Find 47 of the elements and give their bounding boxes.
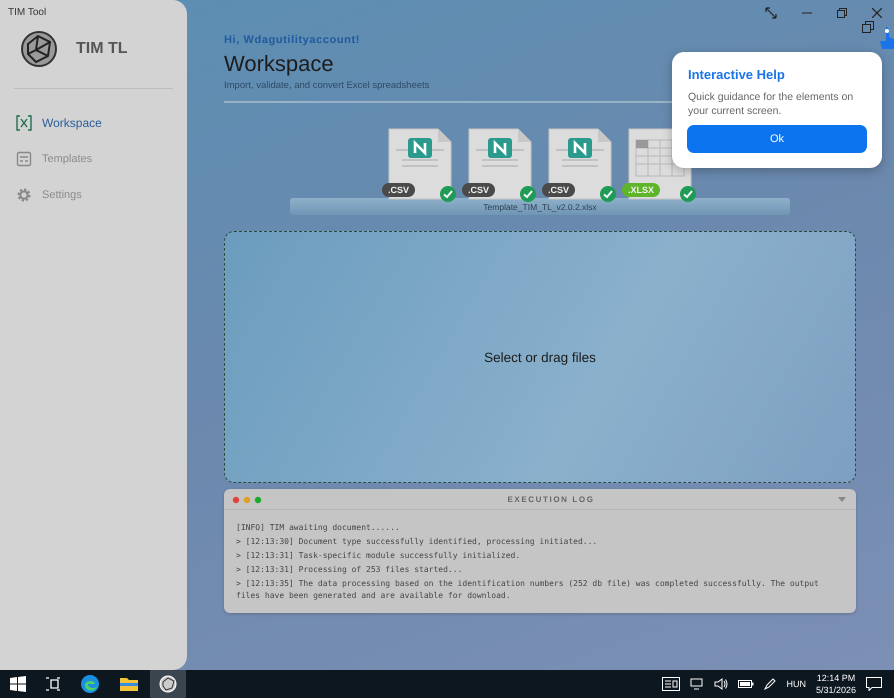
app-name: TIM TL bbox=[76, 40, 128, 58]
language-indicator[interactable]: HUN bbox=[786, 679, 806, 689]
popup-text: Quick guidance for the elements on your current screen. bbox=[688, 90, 854, 118]
ok-button[interactable]: Ok bbox=[687, 125, 867, 153]
task-view-icon[interactable] bbox=[46, 677, 60, 691]
page-title: Workspace bbox=[224, 51, 334, 77]
news-icon[interactable] bbox=[662, 677, 680, 691]
pointer-hand-icon bbox=[880, 27, 894, 49]
pen-icon[interactable] bbox=[764, 678, 776, 690]
sidebar-item[interactable]: Workspace bbox=[16, 112, 102, 134]
log-line: > [12:13:30] Document type successfully identified, processing initiated... bbox=[236, 536, 598, 548]
greeting-text: Hi, Wdagutilityaccount! bbox=[224, 34, 360, 46]
network-icon[interactable] bbox=[690, 678, 704, 690]
log-line: > [12:13:31] Processing of 253 files started... bbox=[236, 564, 464, 576]
file-type-label: .CSV bbox=[462, 183, 496, 197]
log-line: > [12:13:31] Task-specific module successfully initialized. bbox=[236, 550, 522, 562]
csv-document-icon bbox=[468, 128, 532, 200]
resize-icon[interactable] bbox=[765, 7, 777, 19]
csv-document-icon bbox=[548, 128, 612, 200]
window-title: TIM Tool bbox=[7, 6, 46, 18]
file-type-label: .CSV bbox=[542, 183, 576, 197]
page-subtitle: Import, validate, and convert Excel spreadsheets bbox=[224, 80, 430, 91]
file-type-label: .XLSX bbox=[622, 183, 660, 197]
taskbar-app-button[interactable] bbox=[150, 670, 186, 698]
settings-icon bbox=[16, 187, 32, 203]
battery-icon[interactable] bbox=[738, 679, 754, 689]
template-icon bbox=[16, 151, 32, 167]
spreadsheet-icon bbox=[16, 115, 32, 131]
window-dots-icon bbox=[232, 496, 264, 504]
windows-start-icon[interactable] bbox=[10, 676, 26, 692]
log-line: [INFO] TIM awaiting document...... bbox=[236, 522, 401, 534]
csv-document-icon bbox=[388, 128, 452, 200]
clock-date[interactable]: 5/31/2026 bbox=[816, 684, 856, 696]
log-title: EXECUTION LOG bbox=[507, 495, 595, 504]
speaker-icon[interactable] bbox=[714, 678, 728, 690]
file-type-label: .CSV bbox=[382, 183, 416, 197]
clock-time[interactable]: 12:14 PM bbox=[816, 672, 856, 684]
close-icon[interactable] bbox=[872, 8, 882, 18]
file-drop-zone[interactable]: Select or drag files bbox=[224, 231, 856, 483]
restore-icon[interactable] bbox=[837, 8, 847, 18]
popup-title: Interactive Help bbox=[688, 67, 785, 82]
folder-icon[interactable] bbox=[120, 676, 138, 692]
minimize-icon[interactable] bbox=[802, 12, 812, 14]
log-line: > [12:13:35] The data processing based on the identification numbers (252 db file) was completed successfully. The output files have been generated and are available for download. bbox=[236, 578, 820, 602]
template-file-name: Template_TIM_TL_v2.0.2.xlsx bbox=[483, 202, 597, 212]
notification-icon[interactable] bbox=[866, 677, 882, 691]
browser-icon[interactable] bbox=[80, 674, 100, 694]
